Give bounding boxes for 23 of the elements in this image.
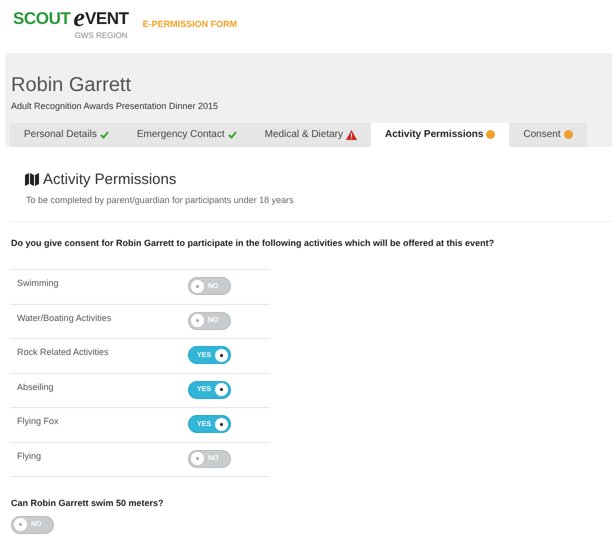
activity-label: Rock Related Activities (17, 346, 109, 359)
consent-question: Do you give consent for Robin Garrett to participate in the following activities which will be offered at this event? (10, 236, 496, 250)
activity-label: Abseiling (17, 380, 54, 394)
tab[interactable]: Personal Details (10, 122, 123, 146)
activity-label: Flying Fox (17, 415, 59, 428)
check-icon (228, 130, 237, 138)
tab[interactable]: Consent (509, 122, 587, 146)
section-title: Activity Permissions (43, 170, 176, 190)
activity-label: Flying (17, 450, 42, 463)
activity-label: Water/Boating Activities (17, 312, 112, 325)
check-icon (100, 130, 109, 138)
activity-label: Swimming (17, 277, 59, 290)
section-subtitle: To be completed by parent/guardian for participants under 18 years (25, 194, 295, 207)
warning-icon (346, 130, 357, 140)
form-title: E-PERMISSION FORM (142, 18, 238, 31)
tab[interactable]: Emergency Contact (122, 122, 251, 146)
swim-question: Can Robin Garrett swim 50 meters? (10, 497, 165, 510)
tab[interactable]: Medical & Dietary (250, 122, 371, 146)
tab[interactable]: Activity Permissions (371, 122, 510, 146)
event-name: Adult Recognition Awards Presentation Dinner 2015 (10, 100, 219, 113)
participant-name: Robin Garrett (10, 73, 132, 98)
logo: SCOUTeVENT GWS REGION (13, 9, 129, 42)
map-icon (25, 173, 39, 186)
